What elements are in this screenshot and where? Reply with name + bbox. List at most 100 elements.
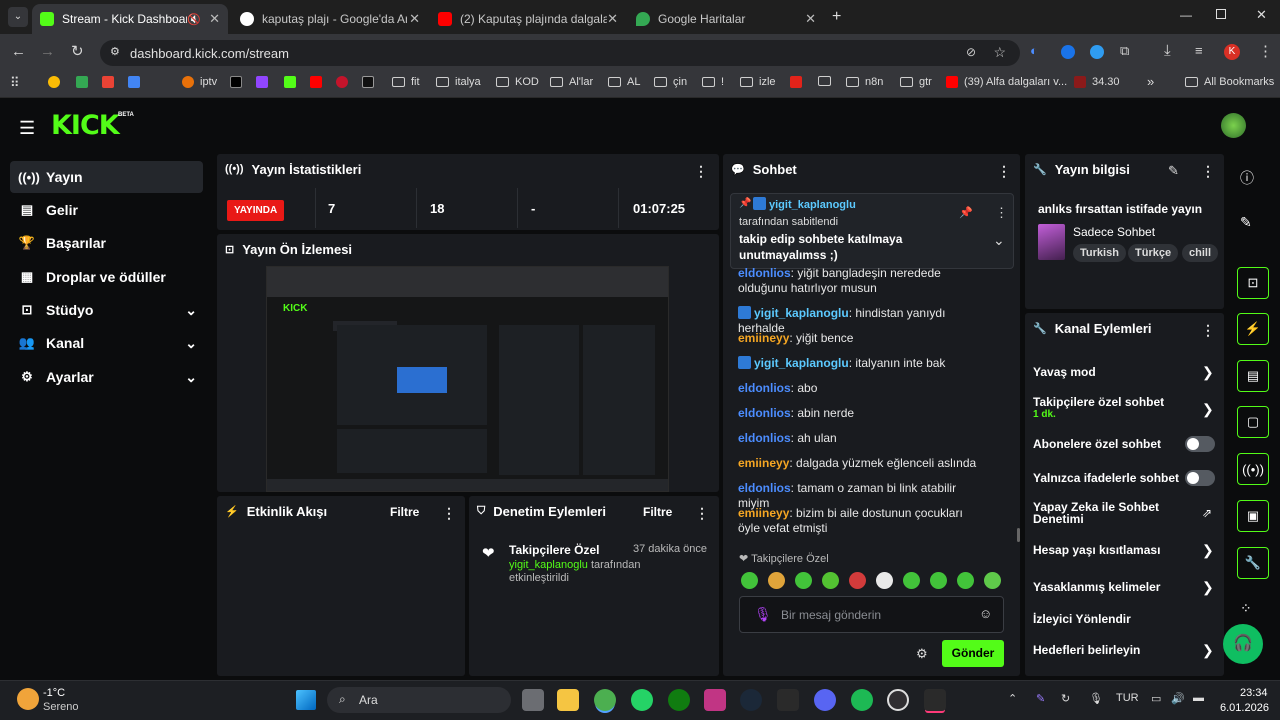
- chat-user[interactable]: eldonlios: [738, 381, 791, 395]
- moderation-user[interactable]: yigit_kaplanoglu: [509, 559, 588, 571]
- tray-overflow-icon[interactable]: ⌃: [1008, 692, 1017, 705]
- app-pink-icon[interactable]: [704, 689, 726, 711]
- tab-list-button[interactable]: ⌄: [8, 7, 28, 27]
- all-bookmarks[interactable]: All Bookmarks: [1185, 76, 1274, 88]
- category-name[interactable]: Sadece Sohbet: [1073, 225, 1155, 239]
- bookmark-folder-italya[interactable]: italya: [436, 76, 481, 88]
- tab-youtube[interactable]: (2) Kaputaş plajında dalgalar ba ✕: [430, 4, 626, 34]
- download-icon[interactable]: ⤓: [1164, 43, 1171, 58]
- emote-4[interactable]: [822, 572, 839, 589]
- bookmark-folder-allar[interactable]: Al'lar: [550, 76, 593, 88]
- tag-chip[interactable]: Türkçe: [1128, 244, 1179, 262]
- account-age-action[interactable]: Hesap yaşı kısıtlaması: [1033, 543, 1213, 557]
- emotes-only-toggle[interactable]: [1185, 470, 1215, 486]
- mute-icon[interactable]: 🔇: [187, 13, 201, 26]
- chat-input[interactable]: 🎙 Bir mesaj gönderin ☺: [739, 596, 1004, 633]
- file-explorer-icon[interactable]: [557, 689, 579, 711]
- browser-menu-icon[interactable]: ⋮: [1258, 44, 1273, 59]
- emote-8[interactable]: [930, 572, 947, 589]
- nav-kanal[interactable]: 👥 Kanal ⌄: [10, 327, 203, 359]
- close-tab-icon[interactable]: ✕: [805, 11, 816, 27]
- bookmark-drive[interactable]: [128, 76, 146, 88]
- more-options-icon[interactable]: ⋮: [1201, 163, 1215, 180]
- more-options-icon[interactable]: ⋮: [442, 505, 456, 522]
- steam-icon[interactable]: [740, 689, 762, 711]
- whatsapp-icon[interactable]: [631, 689, 653, 711]
- maximize-icon[interactable]: [1216, 9, 1226, 19]
- quick-action-chat-icon[interactable]: ▢: [1237, 406, 1269, 438]
- xbox-icon[interactable]: [668, 689, 690, 711]
- emote-1[interactable]: [741, 572, 758, 589]
- chat-user[interactable]: yigit_kaplanoglu: [754, 356, 849, 370]
- chat-user[interactable]: eldonlios: [738, 266, 791, 280]
- slow-mode-action[interactable]: Yavaş mod: [1033, 365, 1213, 379]
- forward-icon[interactable]: →: [40, 44, 55, 59]
- clock-date[interactable]: 6.01.2026: [1220, 702, 1269, 714]
- spotify-icon[interactable]: [851, 689, 873, 711]
- pinned-more-icon[interactable]: ⋮: [995, 205, 1008, 221]
- task-view-icon[interactable]: [522, 689, 544, 711]
- expand-chevron-icon[interactable]: ⌄: [993, 232, 1005, 249]
- bookmark-folder-cin[interactable]: çin: [654, 76, 687, 88]
- extension-icon-2[interactable]: [1061, 45, 1075, 59]
- set-goals-action[interactable]: Hedefleri belirleyin: [1033, 643, 1213, 657]
- bookmark-folder-gtr[interactable]: gtr: [900, 76, 932, 88]
- bookmark-iptv[interactable]: iptv: [182, 76, 217, 88]
- apps-grid-icon[interactable]: ⠿: [10, 75, 20, 91]
- bookmark-folder-kod[interactable]: KOD: [496, 76, 539, 88]
- nav-basarilar[interactable]: 🏆 Başarılar: [10, 227, 203, 259]
- info-icon[interactable]: ⓘ: [1240, 168, 1254, 188]
- tray-mic-icon[interactable]: 🎙: [1089, 692, 1103, 705]
- network-icon[interactable]: ▭: [1151, 692, 1161, 705]
- bookmark-shield[interactable]: [336, 76, 354, 88]
- reload-icon[interactable]: ↻: [71, 44, 84, 59]
- bookmark-photos[interactable]: [48, 76, 66, 88]
- quick-action-preview-icon[interactable]: ⊡: [1237, 267, 1269, 299]
- bookmark-alfa[interactable]: (39) Alfa dalgaları v...: [946, 76, 1067, 88]
- epic-games-icon[interactable]: [777, 689, 799, 711]
- extension-icon-3[interactable]: [1090, 45, 1104, 59]
- more-options-icon[interactable]: ⋮: [1201, 322, 1215, 339]
- battery-icon[interactable]: ▬: [1193, 692, 1204, 704]
- bookmark-folder-empty[interactable]: [818, 76, 837, 86]
- emote-7[interactable]: [903, 572, 920, 589]
- keyboard-language[interactable]: TUR: [1116, 692, 1139, 704]
- close-tab-icon[interactable]: ✕: [409, 11, 420, 27]
- send-button[interactable]: Gönder: [942, 640, 1004, 667]
- clock-time[interactable]: 23:34: [1240, 687, 1268, 699]
- bookmark-gmail[interactable]: [102, 76, 120, 88]
- bookmark-3430[interactable]: 34.30: [1074, 76, 1120, 88]
- weather-temp[interactable]: -1°C: [43, 687, 65, 699]
- unpin-icon[interactable]: 📌: [959, 206, 973, 219]
- emote-9[interactable]: [957, 572, 974, 589]
- chevron-right-icon[interactable]: ❯: [1202, 642, 1214, 659]
- close-window-icon[interactable]: ✕: [1256, 7, 1267, 23]
- new-tab-icon[interactable]: +: [832, 8, 841, 26]
- tray-sync-icon[interactable]: ↻: [1061, 692, 1070, 705]
- host-viewers-action[interactable]: İzleyici Yönlendir: [1033, 612, 1213, 626]
- nav-ayarlar[interactable]: ⚙ Ayarlar ⌄: [10, 361, 203, 393]
- quick-action-broadcast-icon[interactable]: ((•)): [1237, 453, 1269, 485]
- filter-button[interactable]: Filtre: [643, 505, 672, 519]
- start-windows-icon[interactable]: [296, 690, 316, 710]
- chat-user[interactable]: yigit_kaplanoglu: [754, 306, 849, 320]
- chat-scrollbar[interactable]: [1017, 528, 1020, 542]
- bookmark-folder-fit[interactable]: fit: [392, 76, 420, 88]
- emote-5[interactable]: [849, 572, 866, 589]
- apps-dots-icon[interactable]: ⁘: [1240, 600, 1252, 617]
- chrome-icon[interactable]: [594, 689, 616, 711]
- external-link-icon[interactable]: ⇗: [1202, 506, 1212, 520]
- quick-action-notes-icon[interactable]: ▤: [1237, 360, 1269, 392]
- profile-avatar[interactable]: K: [1224, 44, 1240, 60]
- filter-button[interactable]: Filtre: [390, 505, 419, 519]
- bookmark-x[interactable]: [230, 76, 248, 88]
- epic-games-2-icon[interactable]: [924, 689, 946, 711]
- user-avatar[interactable]: [1221, 113, 1246, 138]
- bookmark-folder-al[interactable]: AL: [608, 76, 640, 88]
- bookmark-tv[interactable]: [362, 76, 380, 88]
- site-info-icon[interactable]: ⚙: [110, 45, 120, 58]
- extension-icon-1[interactable]: ◐: [1030, 44, 1038, 57]
- hamburger-menu-icon[interactable]: ☰: [19, 118, 35, 139]
- nav-gelir[interactable]: ▤ Gelir: [10, 194, 203, 226]
- tab-google-search[interactable]: kaputaş plajı - Google'da Ara ✕: [232, 4, 428, 34]
